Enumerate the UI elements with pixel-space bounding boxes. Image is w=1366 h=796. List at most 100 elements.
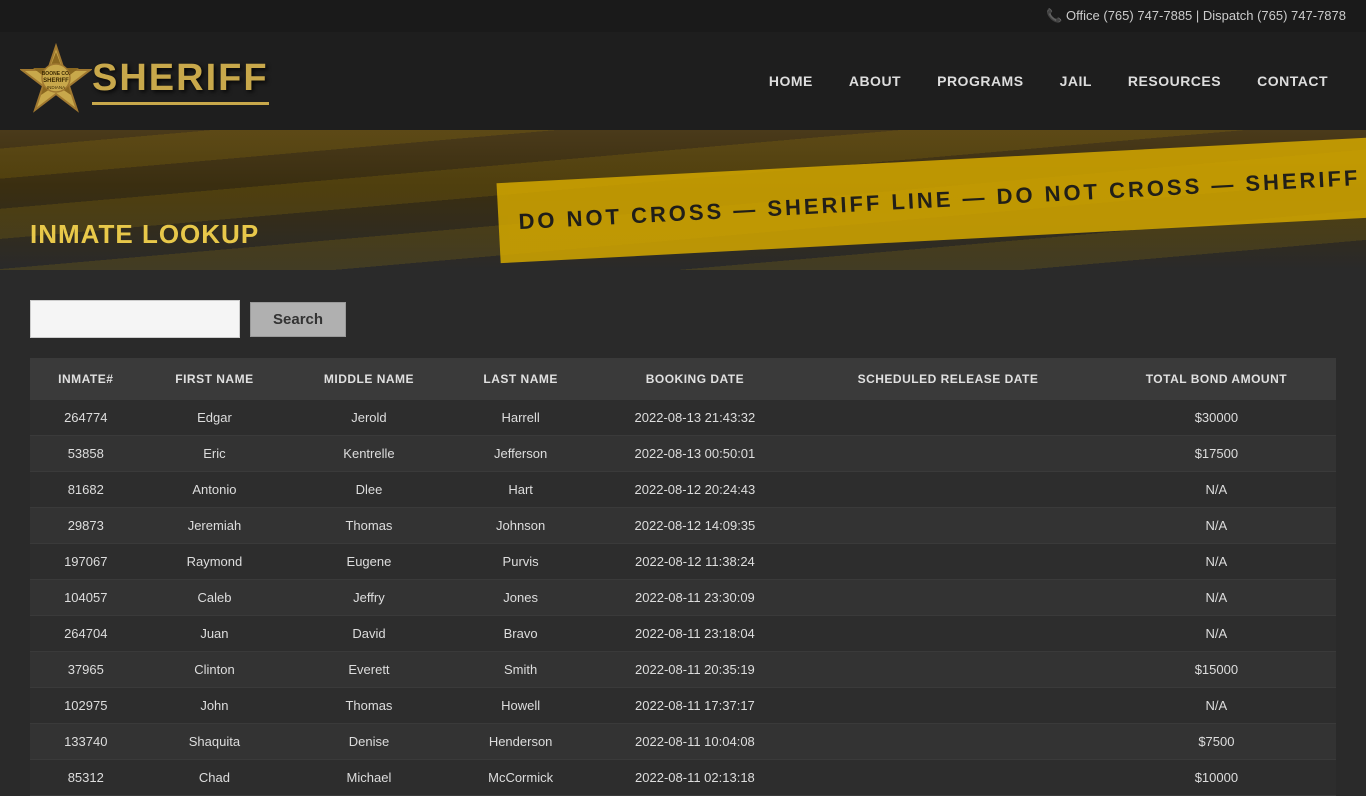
table-cell: N/A [1097,472,1336,508]
table-cell: Shaquita [142,724,288,760]
nav-home[interactable]: HOME [751,45,831,117]
table-cell: Hart [451,472,591,508]
table-cell [799,508,1097,544]
table-cell [799,724,1097,760]
svg-text:INDIANA: INDIANA [47,85,65,90]
table-cell: Howell [451,688,591,724]
table-cell [799,652,1097,688]
table-cell: Jerold [287,400,450,436]
office-phone: Office (765) 747-7885 [1066,8,1192,23]
table-cell: Antonio [142,472,288,508]
table-cell: Purvis [451,544,591,580]
table-cell: 2022-08-13 21:43:32 [591,400,800,436]
table-cell: 2022-08-11 20:35:19 [591,652,800,688]
table-cell: Edgar [142,400,288,436]
table-cell: 2022-08-11 10:04:08 [591,724,800,760]
table-row: 81682AntonioDleeHart2022-08-12 20:24:43 N… [30,472,1336,508]
table-cell: N/A [1097,544,1336,580]
navbar: BOONE CO. SHERIFF INDIANA SHERIFF HOME A… [0,32,1366,130]
inmate-table: INMATE#FIRST NAMEMIDDLE NAMELAST NAMEBOO… [30,358,1336,796]
table-cell: Everett [287,652,450,688]
nav-resources[interactable]: RESOURCES [1110,45,1239,117]
table-cell: Smith [451,652,591,688]
table-cell: 85312 [30,760,142,796]
table-cell: 53858 [30,436,142,472]
table-row: 264774EdgarJeroldHarrell2022-08-13 21:43… [30,400,1336,436]
table-cell: 197067 [30,544,142,580]
table-cell: 2022-08-11 02:13:18 [591,760,800,796]
separator: | [1196,8,1203,23]
table-row: 29873JeremiahThomasJohnson2022-08-12 14:… [30,508,1336,544]
sheriff-badge-icon: BOONE CO. SHERIFF INDIANA [20,42,92,120]
table-cell: $17500 [1097,436,1336,472]
table-cell [799,400,1097,436]
table-cell: $15000 [1097,652,1336,688]
table-cell: 2022-08-12 14:09:35 [591,508,800,544]
table-header-row: INMATE#FIRST NAMEMIDDLE NAMELAST NAMEBOO… [30,358,1336,400]
table-cell: $10000 [1097,760,1336,796]
table-cell: McCormick [451,760,591,796]
search-input[interactable] [30,300,240,338]
table-row: 53858EricKentrelleJefferson2022-08-13 00… [30,436,1336,472]
table-cell [799,760,1097,796]
nav-contact[interactable]: CONTACT [1239,45,1346,117]
nav-about[interactable]: ABOUT [831,45,919,117]
table-cell: Denise [287,724,450,760]
table-cell: N/A [1097,688,1336,724]
table-cell: Eric [142,436,288,472]
svg-text:BOONE CO.: BOONE CO. [42,71,71,77]
nav-jail[interactable]: JAIL [1042,45,1110,117]
table-cell: Kentrelle [287,436,450,472]
table-cell: 81682 [30,472,142,508]
table-cell: Jefferson [451,436,591,472]
table-cell: Juan [142,616,288,652]
table-cell: Jeremiah [142,508,288,544]
table-cell: $7500 [1097,724,1336,760]
table-cell [799,472,1097,508]
page-title: INMATE LOOKUP [30,219,259,250]
table-cell: Eugene [287,544,450,580]
table-cell: Caleb [142,580,288,616]
dispatch-phone: Dispatch (765) 747-7878 [1203,8,1346,23]
table-cell: Jeffry [287,580,450,616]
table-row: 104057CalebJeffryJones2022-08-11 23:30:0… [30,580,1336,616]
table-cell [799,688,1097,724]
svg-text:SHERIFF: SHERIFF [43,78,69,84]
table-cell [799,436,1097,472]
table-row: 197067RaymondEugenePurvis2022-08-12 11:3… [30,544,1336,580]
table-cell: Clinton [142,652,288,688]
table-cell: 37965 [30,652,142,688]
table-header-cell: INMATE# [30,358,142,400]
table-cell: Johnson [451,508,591,544]
table-cell: John [142,688,288,724]
table-row: 133740ShaquitaDeniseHenderson2022-08-11 … [30,724,1336,760]
logo: BOONE CO. SHERIFF INDIANA SHERIFF [20,32,269,130]
table-cell [799,616,1097,652]
table-cell: 29873 [30,508,142,544]
table-cell: Raymond [142,544,288,580]
table-cell: Jones [451,580,591,616]
table-row: 264704JuanDavidBravo2022-08-11 23:18:04N… [30,616,1336,652]
table-cell: Bravo [451,616,591,652]
table-cell: Thomas [287,688,450,724]
table-cell: 102975 [30,688,142,724]
table-cell: 2022-08-11 17:37:17 [591,688,800,724]
main-content: Search INMATE#FIRST NAMEMIDDLE NAMELAST … [0,270,1366,796]
table-cell: Dlee [287,472,450,508]
table-cell [799,544,1097,580]
table-cell: Harrell [451,400,591,436]
table-cell: 2022-08-13 00:50:01 [591,436,800,472]
nav-programs[interactable]: PROGRAMS [919,45,1041,117]
table-row: 102975JohnThomasHowell2022-08-11 17:37:1… [30,688,1336,724]
table-cell: David [287,616,450,652]
table-cell: Henderson [451,724,591,760]
table-cell: 104057 [30,580,142,616]
table-header-cell: BOOKING DATE [591,358,800,400]
table-cell: 2022-08-12 20:24:43 [591,472,800,508]
table-cell: $30000 [1097,400,1336,436]
table-header-cell: LAST NAME [451,358,591,400]
phone-icon: 📞 [1046,8,1062,23]
table-header-cell: MIDDLE NAME [287,358,450,400]
search-button[interactable]: Search [250,302,346,337]
table-cell: 264774 [30,400,142,436]
